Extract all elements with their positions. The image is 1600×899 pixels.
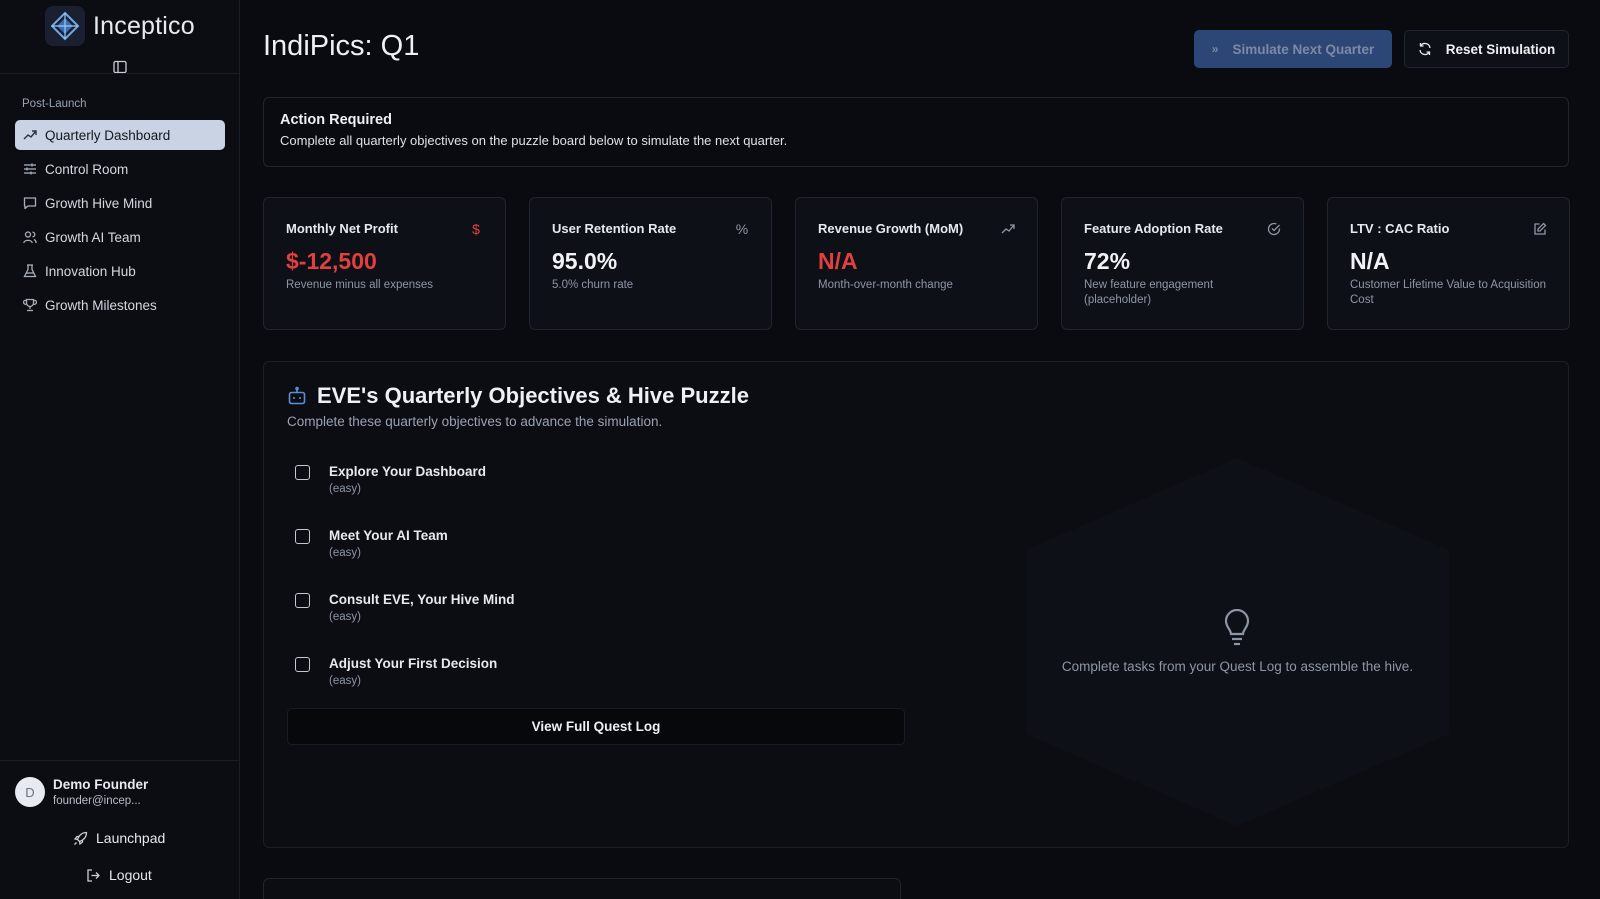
- brand-logo-icon: [45, 6, 85, 46]
- quest-task: Consult EVE, Your Hive Mind (easy): [295, 592, 515, 623]
- task-checkbox[interactable]: [295, 657, 310, 672]
- sidebar-item-growth-hive-mind[interactable]: Growth Hive Mind: [15, 188, 225, 218]
- kpi-title: Monthly Net Profit: [286, 221, 398, 236]
- alert-text: Complete all quarterly objectives on the…: [280, 133, 788, 148]
- task-difficulty: (easy): [329, 483, 361, 495]
- sidebar-item-quarterly-dashboard[interactable]: Quarterly Dashboard: [15, 120, 225, 150]
- sidebar-item-innovation-hub[interactable]: Innovation Hub: [15, 256, 225, 286]
- kpi-card-user-retention-rate: User Retention Rate % 95.0% 5.0% churn r…: [529, 197, 772, 330]
- sidebar-divider: [0, 73, 240, 74]
- dollar-icon: $: [472, 220, 480, 237]
- sidebar-item-label: Growth Milestones: [45, 297, 157, 313]
- brand[interactable]: Inceptico: [45, 6, 195, 46]
- action-required-alert: Action Required Complete all quarterly o…: [263, 97, 1569, 167]
- refresh-icon: [1418, 42, 1432, 56]
- sidebar-divider: [0, 760, 240, 761]
- kpi-title: Feature Adoption Rate: [1084, 221, 1223, 236]
- kpi-subtext: New feature engagement (placeholder): [1084, 279, 1214, 306]
- task-checkbox[interactable]: [295, 593, 310, 608]
- alert-title: Action Required: [280, 112, 392, 128]
- trophy-icon: [22, 298, 38, 312]
- kpi-card-feature-adoption-rate: Feature Adoption Rate 72% New feature en…: [1061, 197, 1304, 330]
- kpi-value: N/A: [1350, 248, 1390, 274]
- reset-button-label: Reset Simulation: [1445, 41, 1556, 57]
- sidebar-item-label: Growth Hive Mind: [45, 195, 153, 211]
- sidebar-item-growth-ai-team[interactable]: Growth AI Team: [15, 222, 225, 252]
- task-difficulty: (easy): [329, 675, 361, 687]
- percent-icon: %: [735, 220, 749, 237]
- sidebar-item-label: Innovation Hub: [45, 263, 136, 279]
- launchpad-label: Launchpad: [96, 830, 166, 846]
- sliders-icon: [23, 162, 37, 176]
- logout-link[interactable]: Logout: [86, 867, 152, 883]
- objectives-panel: EVE's Quarterly Objectives & Hive Puzzle…: [263, 361, 1569, 848]
- quest-task: Meet Your AI Team (easy): [295, 528, 448, 559]
- kpi-card-ltv-cac-ratio: LTV : CAC Ratio N/A Customer Lifetime Va…: [1327, 197, 1570, 330]
- objectives-subtitle: Complete these quarterly objectives to a…: [287, 414, 663, 429]
- sidebar-item-label: Growth AI Team: [45, 229, 141, 245]
- task-title: Meet Your AI Team: [329, 528, 448, 543]
- task-checkbox[interactable]: [295, 529, 310, 544]
- kpi-subtext: Customer Lifetime Value to Acquisition C…: [1350, 279, 1547, 306]
- launchpad-link[interactable]: Launchpad: [73, 830, 165, 846]
- sidebar-item-control-room[interactable]: Control Room: [15, 154, 225, 184]
- kpi-subtext: Revenue minus all expenses: [286, 279, 434, 291]
- kpi-card-monthly-net-profit: Monthly Net Profit $ $-12,500 Revenue mi…: [263, 197, 506, 330]
- brand-name: Inceptico: [93, 11, 195, 40]
- reset-simulation-button[interactable]: Reset Simulation: [1404, 30, 1569, 68]
- simulate-button-label: Simulate Next Quarter: [1232, 41, 1375, 57]
- quest-task: Adjust Your First Decision (easy): [295, 656, 497, 687]
- task-title: Adjust Your First Decision: [329, 656, 498, 671]
- task-title: Consult EVE, Your Hive Mind: [329, 592, 515, 607]
- objectives-title: EVE's Quarterly Objectives & Hive Puzzle: [317, 383, 749, 408]
- avatar: D: [15, 777, 45, 807]
- sidebar: Inceptico Post-Launch Quarterly Dashboar…: [0, 0, 240, 899]
- trending-up-icon: [23, 128, 37, 142]
- kpi-value: 72%: [1084, 248, 1131, 274]
- logout-label: Logout: [109, 867, 152, 883]
- flask-icon: [23, 264, 37, 278]
- chevrons-right-icon: »: [1211, 42, 1219, 56]
- hive-placeholder-text: Complete tasks from your Quest Log to as…: [1061, 659, 1414, 674]
- task-difficulty: (easy): [329, 547, 361, 559]
- sidebar-item-growth-milestones[interactable]: Growth Milestones: [15, 290, 225, 320]
- kpi-subtext: Month-over-month change: [818, 279, 953, 291]
- kpi-card-revenue-growth: Revenue Growth (MoM) N/A Month-over-mont…: [795, 197, 1038, 330]
- user-email: founder@incep...: [53, 795, 141, 807]
- sidebar-item-label: Quarterly Dashboard: [45, 127, 171, 143]
- view-quest-log-button[interactable]: View Full Quest Log: [287, 708, 905, 745]
- kpi-value: $-12,500: [286, 248, 377, 274]
- edit-icon: [1533, 222, 1547, 236]
- user-profile[interactable]: D Demo Founder founder@incep...: [15, 777, 148, 807]
- kpi-title: Revenue Growth (MoM): [818, 221, 964, 236]
- quest-task: Explore Your Dashboard (easy): [295, 464, 486, 495]
- next-section-card: [263, 878, 901, 899]
- task-difficulty: (easy): [329, 611, 361, 623]
- task-title: Explore Your Dashboard: [329, 464, 487, 479]
- user-name: Demo Founder: [53, 777, 149, 792]
- kpi-value: N/A: [818, 248, 858, 274]
- sidebar-item-label: Control Room: [45, 161, 129, 177]
- message-square-icon: [23, 196, 37, 210]
- lightbulb-icon: [1222, 608, 1252, 647]
- bot-icon: [287, 386, 307, 406]
- kpi-title: LTV : CAC Ratio: [1350, 221, 1450, 236]
- sidebar-section-label: Post-Launch: [22, 98, 87, 110]
- sidebar-nav: Quarterly Dashboard Control Room Growth …: [15, 120, 225, 324]
- logout-icon: [86, 868, 101, 883]
- users-icon: [23, 230, 37, 244]
- kpi-subtext: 5.0% churn rate: [552, 279, 634, 291]
- page-title: IndiPics: Q1: [263, 30, 420, 62]
- simulate-next-quarter-button[interactable]: » Simulate Next Quarter: [1194, 30, 1392, 68]
- check-circle-icon: [1267, 222, 1281, 236]
- rocket-icon: [73, 831, 88, 846]
- trending-up-icon: [1001, 222, 1015, 236]
- task-checkbox[interactable]: [295, 465, 310, 480]
- kpi-value: 95.0%: [552, 248, 618, 274]
- kpi-title: User Retention Rate: [552, 221, 677, 236]
